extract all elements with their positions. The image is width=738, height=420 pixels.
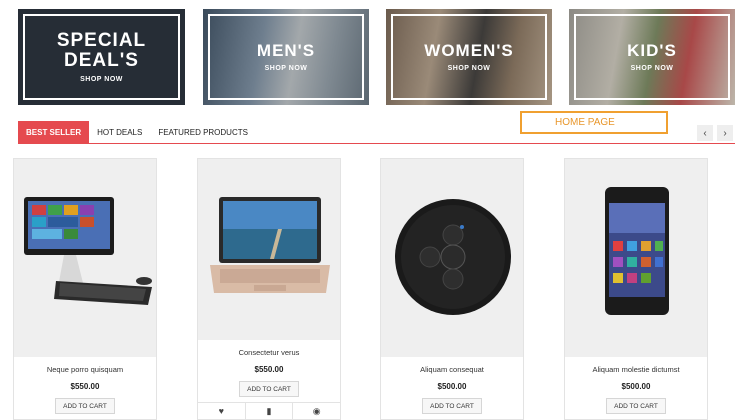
product-image[interactable] <box>14 159 156 357</box>
product-image[interactable] <box>198 159 340 340</box>
card-actions: ♥ ▮ ◉ <box>198 402 340 419</box>
banner-shop-now[interactable]: SHOP NOW <box>448 65 491 72</box>
desktop-computer-icon <box>24 197 152 305</box>
banner-shop-now[interactable]: SHOP NOW <box>265 65 308 72</box>
add-to-cart-button[interactable]: ADD TO CART <box>422 398 482 414</box>
banner-frame: SPECIAL DEAL'S SHOP NOW <box>23 14 180 100</box>
product-card[interactable]: Aliquam molestie dictumst $500.00 ADD TO… <box>564 158 708 420</box>
product-card[interactable]: Aliquam consequat $500.00 ADD TO CART <box>380 158 524 420</box>
banner-kids[interactable]: KID'S SHOP NOW <box>569 9 735 105</box>
product-tabs: BEST SELLER HOT DEALS FEATURED PRODUCTS <box>18 121 256 144</box>
eye-icon[interactable]: ◉ <box>293 403 340 419</box>
product-price: $550.00 <box>254 365 284 374</box>
tab-underline <box>18 143 735 144</box>
carousel-prev-button[interactable]: ‹ <box>697 125 713 141</box>
add-to-cart-button[interactable]: ADD TO CART <box>606 398 666 414</box>
product-image[interactable] <box>381 159 523 357</box>
smart-speaker-icon <box>395 199 511 315</box>
banner-womens[interactable]: WOMEN'S SHOP NOW <box>386 9 552 105</box>
banner-title: SPECIAL DEAL'S <box>56 29 147 71</box>
product-card[interactable]: Neque porro quisquam $550.00 ADD TO CART <box>13 158 157 420</box>
tab-featured-products[interactable]: FEATURED PRODUCTS <box>150 121 256 143</box>
product-name[interactable]: Aliquam molestie dictumst <box>565 365 707 374</box>
banner-shop-now[interactable]: SHOP NOW <box>631 65 674 72</box>
product-price: $550.00 <box>70 382 100 391</box>
product-name[interactable]: Aliquam consequat <box>381 365 523 374</box>
add-to-cart-button[interactable]: ADD TO CART <box>239 381 299 397</box>
banner-title: KID'S <box>627 40 677 60</box>
tab-best-seller[interactable]: BEST SELLER <box>18 121 90 143</box>
banner-title: MEN'S <box>256 40 316 60</box>
product-name[interactable]: Neque porro quisquam <box>14 365 156 374</box>
smartphone-icon <box>605 187 669 315</box>
banner-frame: WOMEN'S SHOP NOW <box>391 14 547 100</box>
product-card[interactable]: Consectetur verus $550.00 ADD TO CART ♥ … <box>197 158 341 420</box>
banner-title: WOMEN'S <box>424 40 514 60</box>
tab-hot-deals[interactable]: HOT DEALS <box>89 121 150 143</box>
add-to-cart-button[interactable]: ADD TO CART <box>55 398 115 414</box>
banner-shop-now[interactable]: SHOP NOW <box>80 76 123 83</box>
product-price: $500.00 <box>621 382 651 391</box>
banner-frame: KID'S SHOP NOW <box>574 14 730 100</box>
heart-icon[interactable]: ♥ <box>198 403 246 419</box>
banner-mens[interactable]: MEN'S SHOP NOW <box>203 9 369 105</box>
banner-frame: MEN'S SHOP NOW <box>208 14 364 100</box>
product-price: $500.00 <box>437 382 467 391</box>
laptop-icon <box>210 197 330 293</box>
product-image[interactable] <box>565 159 707 357</box>
product-name[interactable]: Consectetur verus <box>198 348 340 357</box>
bar-chart-icon[interactable]: ▮ <box>246 403 294 419</box>
banner-special-deals[interactable]: SPECIAL DEAL'S SHOP NOW <box>18 9 185 105</box>
carousel-next-button[interactable]: › <box>717 125 733 141</box>
home-page-annotation: HOME PAGE <box>520 111 668 134</box>
